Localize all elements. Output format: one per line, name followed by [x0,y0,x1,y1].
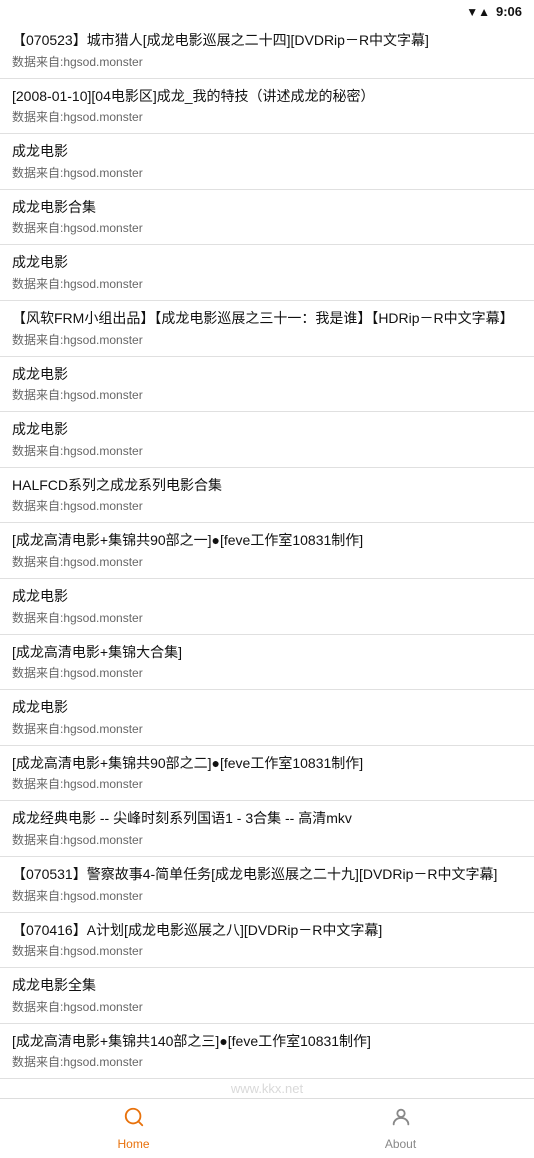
time: 9:06 [496,4,522,19]
list-item[interactable]: 成龙电影数据来自:hgsod.monster [0,134,534,190]
list-item[interactable]: 【风软FRM小组出品】【成龙电影巡展之三十一：我是谁】【HDRip－R中文字幕】… [0,301,534,357]
home-icon [123,1106,145,1134]
item-source: 数据来自:hgsod.monster [12,497,522,514]
item-source: 数据来自:hgsod.monster [12,108,522,125]
item-title: 成龙电影 [12,365,522,385]
list-item[interactable]: 成龙电影数据来自:hgsod.monster [0,690,534,746]
list-item[interactable]: 【070531】警察故事4-简单任务[成龙电影巡展之二十九][DVDRip－R中… [0,857,534,913]
list-item[interactable]: [成龙高清电影+集锦大合集]数据来自:hgsod.monster [0,635,534,691]
item-title: 成龙经典电影 -- 尖峰时刻系列国语1 - 3合集 -- 高清mkv [12,809,522,829]
list-item[interactable]: 【070523】城市猎人[成龙电影巡展之二十四][DVDRip－R中文字幕] 数据… [0,23,534,79]
item-source: 数据来自:hgsod.monster [12,219,522,236]
list-item[interactable]: 成龙电影合集数据来自:hgsod.monster [0,190,534,246]
list-item[interactable]: 成龙电影数据来自:hgsod.monster [0,357,534,413]
about-label: About [385,1137,416,1151]
item-source: 数据来自:hgsod.monster [12,887,522,904]
item-title: 【风软FRM小组出品】【成龙电影巡展之三十一：我是谁】【HDRip－R中文字幕】 [12,309,522,329]
nav-item-home[interactable]: Home [0,1099,267,1158]
item-title: 【070531】警察故事4-简单任务[成龙电影巡展之二十九][DVDRip－R中… [12,865,522,885]
item-source: 数据来自:hgsod.monster [12,831,522,848]
item-source: 数据来自:hgsod.monster [12,1053,522,1070]
item-title: 成龙电影合集 [12,198,522,218]
item-title: 成龙电影 [12,420,522,440]
nav-item-about[interactable]: About [267,1099,534,1158]
item-source: 数据来自:hgsod.monster [12,331,522,348]
item-source: 数据来自:hgsod.monster [12,720,522,737]
item-source: 数据来自:hgsod.monster [12,553,522,570]
item-title: 成龙电影全集 [12,976,522,996]
item-title: [成龙高清电影+集锦大合集] [12,643,522,663]
list-item[interactable]: HALFCD系列之成龙系列电影合集数据来自:hgsod.monster [0,468,534,524]
item-source: 数据来自:hgsod.monster [12,609,522,626]
item-source: 数据来自:hgsod.monster [12,164,522,181]
item-title: [2008-01-10][04电影区]成龙_我的特技（讲述成龙的秘密） [12,87,522,107]
item-title: 【070416】A计划[成龙电影巡展之八][DVDRip－R中文字幕] [12,921,522,941]
item-title: 成龙电影 [12,587,522,607]
item-title: 成龙电影 [12,698,522,718]
list-item[interactable]: [成龙高清电影+集锦共90部之一]●[feve工作室10831制作] 数据来自:h… [0,523,534,579]
item-source: 数据来自:hgsod.monster [12,442,522,459]
item-source: 数据来自:hgsod.monster [12,664,522,681]
item-title: 【070523】城市猎人[成龙电影巡展之二十四][DVDRip－R中文字幕] [12,31,522,51]
item-title: HALFCD系列之成龙系列电影合集 [12,476,522,496]
list-item[interactable]: 成龙经典电影 -- 尖峰时刻系列国语1 - 3合集 -- 高清mkv 数据来自:h… [0,801,534,857]
list-item[interactable]: [2008-01-10][04电影区]成龙_我的特技（讲述成龙的秘密）数据来自:… [0,79,534,135]
item-source: 数据来自:hgsod.monster [12,942,522,959]
item-source: 数据来自:hgsod.monster [12,775,522,792]
watermark: www.kkx.net [0,1079,534,1098]
list-item[interactable]: 成龙电影数据来自:hgsod.monster [0,245,534,301]
about-icon [390,1106,412,1134]
content-list: 【070523】城市猎人[成龙电影巡展之二十四][DVDRip－R中文字幕] 数据… [0,23,534,1079]
item-source: 数据来自:hgsod.monster [12,53,522,70]
item-title: [成龙高清电影+集锦共90部之二]●[feve工作室10831制作] [12,754,522,774]
home-label: Home [117,1137,149,1151]
signal-icon: ▼▲ [466,5,490,19]
item-source: 数据来自:hgsod.monster [12,998,522,1015]
item-title: [成龙高清电影+集锦共90部之一]●[feve工作室10831制作] [12,531,522,551]
item-title: 成龙电影 [12,142,522,162]
item-source: 数据来自:hgsod.monster [12,275,522,292]
item-title: 成龙电影 [12,253,522,273]
list-item[interactable]: 成龙电影数据来自:hgsod.monster [0,579,534,635]
list-item[interactable]: 成龙电影数据来自:hgsod.monster [0,412,534,468]
list-item[interactable]: [成龙高清电影+集锦共90部之二]●[feve工作室10831制作]数据来自:h… [0,746,534,802]
status-bar: ▼▲ 9:06 [0,0,534,23]
list-item[interactable]: 成龙电影全集数据来自:hgsod.monster [0,968,534,1024]
item-title: [成龙高清电影+集锦共140部之三]●[feve工作室10831制作] [12,1032,522,1052]
item-source: 数据来自:hgsod.monster [12,386,522,403]
bottom-nav: Home About [0,1098,534,1158]
list-item[interactable]: 【070416】A计划[成龙电影巡展之八][DVDRip－R中文字幕]数据来自:… [0,913,534,969]
list-item[interactable]: [成龙高清电影+集锦共140部之三]●[feve工作室10831制作]数据来自:… [0,1024,534,1080]
